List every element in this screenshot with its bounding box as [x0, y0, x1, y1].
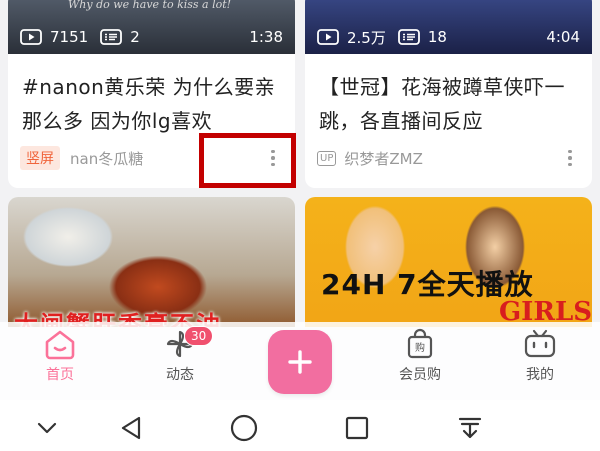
duration: 1:38	[249, 28, 283, 46]
video-card[interactable]: 大闸蟹肝香膏不油	[8, 197, 295, 327]
video-title[interactable]: 【世冠】花海被蹲草侠吓一跳，各直播间反应	[319, 70, 578, 138]
chevron-down-icon[interactable]	[32, 413, 62, 443]
tab-home-label: 首页	[46, 367, 74, 383]
danmaku-icon	[100, 29, 123, 45]
video-thumbnail[interactable]: Why do we have to kiss a lot! 7151 2 1:3…	[8, 0, 295, 54]
home-circle-icon[interactable]	[229, 413, 259, 443]
home-icon	[45, 330, 75, 360]
highlight-box	[199, 133, 296, 188]
comment-count: 18	[397, 28, 447, 46]
view-count: 7151	[20, 28, 88, 46]
publish-button[interactable]	[268, 330, 332, 394]
view-count: 2.5万	[317, 27, 386, 48]
vertical-tag: 竖屏	[20, 146, 60, 170]
author-name[interactable]: nan冬瓜糖	[70, 148, 143, 169]
comment-count: 2	[100, 28, 140, 46]
video-title[interactable]: #nanon黄乐荣 为什么要亲那么多 因为你lg喜欢	[22, 70, 281, 138]
tab-vip-label: 会员购	[399, 367, 441, 383]
system-nav-bar	[0, 400, 600, 451]
tab-mine-label: 我的	[526, 367, 554, 383]
download-icon[interactable]	[455, 413, 485, 443]
video-card[interactable]: 2.5万 18 4:04 【世冠】花海被蹲草侠吓一跳，各直播间反应 UP 织梦者…	[305, 0, 592, 188]
thumbnail-caption: Why do we have to kiss a lot!	[68, 0, 232, 11]
tab-dynamic-label: 动态	[166, 367, 194, 383]
play-icon	[20, 29, 42, 45]
video-card[interactable]: 24H 7全天播放 GIRLS	[305, 197, 592, 327]
tab-home[interactable]: 首页	[20, 328, 100, 384]
plus-icon	[288, 350, 312, 374]
svg-text:购: 购	[415, 341, 425, 354]
notification-badge: 30	[184, 326, 214, 346]
recents-square-icon[interactable]	[342, 413, 372, 443]
shopping-bag-icon: 购	[407, 328, 433, 359]
up-badge: UP	[317, 150, 337, 166]
tab-vip-shop[interactable]: 购 会员购	[380, 328, 460, 384]
tv-icon	[524, 329, 556, 358]
author-name[interactable]: 织梦者ZMZ	[344, 148, 423, 169]
danmaku-icon	[397, 29, 420, 45]
back-triangle-icon[interactable]	[116, 413, 146, 443]
more-options-icon[interactable]	[560, 148, 580, 168]
video-thumbnail[interactable]: 2.5万 18 4:04	[305, 0, 592, 54]
play-icon	[317, 29, 339, 45]
duration: 4:04	[546, 28, 580, 46]
tab-mine[interactable]: 我的	[500, 328, 580, 384]
tab-dynamic[interactable]: 30 动态	[140, 326, 220, 384]
